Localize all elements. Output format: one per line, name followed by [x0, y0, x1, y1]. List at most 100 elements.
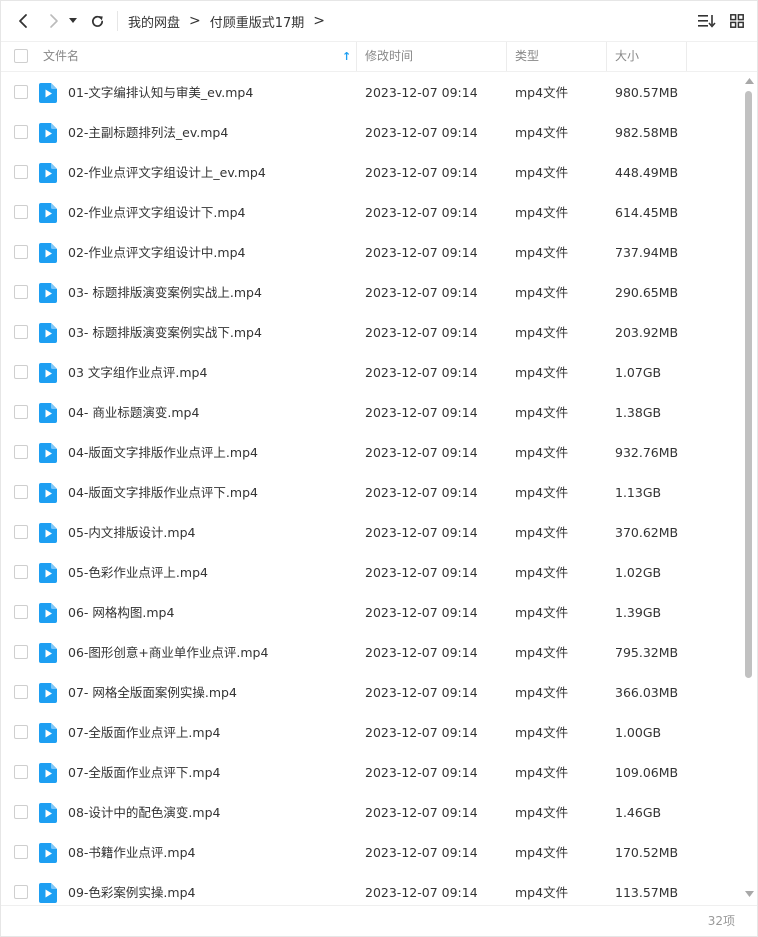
scrollbar-thumb[interactable]: [745, 91, 752, 678]
file-row[interactable]: 03- 标题排版演变案例实战上.mp4 2023-12-07 09:14 mp4文件…: [1, 273, 741, 313]
row-checkbox[interactable]: [14, 645, 28, 659]
file-name[interactable]: 09-色彩案例实操.mp4: [68, 873, 195, 905]
sort-ascending-icon[interactable]: ↑: [342, 42, 351, 71]
file-type: mp4文件: [515, 565, 569, 580]
video-file-icon: [39, 843, 57, 863]
row-checkbox[interactable]: [14, 565, 28, 579]
row-checkbox[interactable]: [14, 805, 28, 819]
video-file-icon: [39, 163, 57, 183]
file-modified-time: 2023-12-07 09:14: [365, 845, 478, 860]
file-type: mp4文件: [515, 885, 569, 900]
file-row[interactable]: 05-内文排版设计.mp4 2023-12-07 09:14 mp4文件 370.62…: [1, 513, 741, 553]
row-checkbox[interactable]: [14, 445, 28, 459]
row-checkbox[interactable]: [14, 605, 28, 619]
row-checkbox[interactable]: [14, 525, 28, 539]
row-checkbox[interactable]: [14, 325, 28, 339]
scroll-down-arrow-icon[interactable]: [743, 888, 755, 900]
file-name[interactable]: 05-色彩作业点评上.mp4: [68, 553, 208, 593]
video-file-icon: [39, 403, 57, 423]
file-name[interactable]: 07-全版面作业点评下.mp4: [68, 753, 220, 793]
back-button[interactable]: [11, 9, 35, 33]
row-checkbox[interactable]: [14, 125, 28, 139]
row-checkbox[interactable]: [14, 885, 28, 899]
file-type: mp4文件: [515, 405, 569, 420]
file-name[interactable]: 04-版面文字排版作业点评下.mp4: [68, 473, 258, 513]
file-name[interactable]: 07-全版面作业点评上.mp4: [68, 713, 220, 753]
file-name[interactable]: 03- 标题排版演变案例实战上.mp4: [68, 273, 262, 313]
select-all-checkbox[interactable]: [14, 49, 28, 63]
row-checkbox[interactable]: [14, 85, 28, 99]
file-modified-time: 2023-12-07 09:14: [365, 605, 478, 620]
row-checkbox[interactable]: [14, 685, 28, 699]
file-name[interactable]: 05-内文排版设计.mp4: [68, 513, 195, 553]
scroll-up-arrow-icon[interactable]: [743, 75, 755, 87]
file-row[interactable]: 01-文字编排认知与审美_ev.mp4 2023-12-07 09:14 mp4文件…: [1, 73, 741, 113]
file-name[interactable]: 02-主副标题排列法_ev.mp4: [68, 113, 228, 153]
file-name[interactable]: 04- 商业标题演变.mp4: [68, 393, 199, 433]
row-checkbox[interactable]: [14, 485, 28, 499]
file-row[interactable]: 06-图形创意+商业单作业点评.mp4 2023-12-07 09:14 mp4文件…: [1, 633, 741, 673]
row-checkbox[interactable]: [14, 405, 28, 419]
row-checkbox[interactable]: [14, 205, 28, 219]
video-file-icon: [39, 323, 57, 343]
file-name[interactable]: 04-版面文字排版作业点评上.mp4: [68, 433, 258, 473]
row-checkbox[interactable]: [14, 765, 28, 779]
file-name[interactable]: 02-作业点评文字组设计中.mp4: [68, 233, 245, 273]
toolbar: 我的网盘 > 付顾重版式17期 >: [1, 1, 757, 41]
file-name[interactable]: 03- 标题排版演变案例实战下.mp4: [68, 313, 262, 353]
file-row[interactable]: 05-色彩作业点评上.mp4 2023-12-07 09:14 mp4文件 1.02G…: [1, 553, 741, 593]
file-row[interactable]: 03- 标题排版演变案例实战下.mp4 2023-12-07 09:14 mp4文件…: [1, 313, 741, 353]
file-row[interactable]: 02-主副标题排列法_ev.mp4 2023-12-07 09:14 mp4文件 98…: [1, 113, 741, 153]
file-row[interactable]: 02-作业点评文字组设计上_ev.mp4 2023-12-07 09:14 mp4文…: [1, 153, 741, 193]
file-row[interactable]: 04-版面文字排版作业点评下.mp4 2023-12-07 09:14 mp4文件 1…: [1, 473, 741, 513]
file-name[interactable]: 08-书籍作业点评.mp4: [68, 833, 195, 873]
row-checkbox[interactable]: [14, 245, 28, 259]
file-name[interactable]: 02-作业点评文字组设计下.mp4: [68, 193, 245, 233]
file-row[interactable]: 06- 网格构图.mp4 2023-12-07 09:14 mp4文件 1.39GB: [1, 593, 741, 633]
vertical-scrollbar[interactable]: [741, 73, 757, 905]
video-file-icon: [39, 803, 57, 823]
file-row[interactable]: 09-色彩案例实操.mp4 2023-12-07 09:14 mp4文件 113.57…: [1, 873, 741, 905]
file-name[interactable]: 08-设计中的配色演变.mp4: [68, 793, 220, 833]
file-name[interactable]: 03 文字组作业点评.mp4: [68, 353, 207, 393]
file-row[interactable]: 07-全版面作业点评上.mp4 2023-12-07 09:14 mp4文件 1.00…: [1, 713, 741, 753]
file-row[interactable]: 08-书籍作业点评.mp4 2023-12-07 09:14 mp4文件 170.52…: [1, 833, 741, 873]
row-checkbox[interactable]: [14, 725, 28, 739]
file-row[interactable]: 02-作业点评文字组设计中.mp4 2023-12-07 09:14 mp4文件 73…: [1, 233, 741, 273]
file-modified-time: 2023-12-07 09:14: [365, 405, 478, 420]
row-checkbox[interactable]: [14, 165, 28, 179]
file-row[interactable]: 07-全版面作业点评下.mp4 2023-12-07 09:14 mp4文件 109.…: [1, 753, 741, 793]
row-checkbox[interactable]: [14, 845, 28, 859]
file-row[interactable]: 04-版面文字排版作业点评上.mp4 2023-12-07 09:14 mp4文件 9…: [1, 433, 741, 473]
file-name[interactable]: 07- 网格全版面案例实操.mp4: [68, 673, 237, 713]
file-row[interactable]: 02-作业点评文字组设计下.mp4 2023-12-07 09:14 mp4文件 61…: [1, 193, 741, 233]
column-header-type[interactable]: 类型: [515, 42, 539, 71]
file-row[interactable]: 08-设计中的配色演变.mp4 2023-12-07 09:14 mp4文件 1.46…: [1, 793, 741, 833]
column-header-time[interactable]: 修改时间: [365, 42, 413, 71]
breadcrumb-item-current[interactable]: 付顾重版式17期: [210, 12, 305, 31]
history-dropdown-button[interactable]: [65, 9, 81, 33]
breadcrumb-separator: >: [189, 13, 201, 29]
column-header-size[interactable]: 大小: [615, 42, 639, 71]
forward-button[interactable]: [42, 9, 66, 33]
row-checkbox[interactable]: [14, 285, 28, 299]
file-row[interactable]: 04- 商业标题演变.mp4 2023-12-07 09:14 mp4文件 1.38G…: [1, 393, 741, 433]
file-size: 203.92MB: [615, 325, 679, 340]
file-name[interactable]: 02-作业点评文字组设计上_ev.mp4: [68, 153, 266, 193]
file-size: 737.94MB: [615, 245, 679, 260]
file-name[interactable]: 01-文字编排认知与审美_ev.mp4: [68, 73, 253, 113]
file-modified-time: 2023-12-07 09:14: [365, 365, 478, 380]
file-name[interactable]: 06-图形创意+商业单作业点评.mp4: [68, 633, 268, 673]
column-header-name[interactable]: 文件名: [43, 42, 79, 71]
video-file-icon: [39, 603, 57, 623]
file-row[interactable]: 03 文字组作业点评.mp4 2023-12-07 09:14 mp4文件 1.07G…: [1, 353, 741, 393]
file-size: 932.76MB: [615, 445, 679, 460]
row-checkbox[interactable]: [14, 365, 28, 379]
refresh-button[interactable]: [85, 9, 109, 33]
file-size: 1.00GB: [615, 725, 662, 740]
file-row[interactable]: 07- 网格全版面案例实操.mp4 2023-12-07 09:14 mp4文件 36…: [1, 673, 741, 713]
breadcrumb-item-root[interactable]: 我的网盘: [128, 12, 180, 31]
sort-button[interactable]: [696, 10, 718, 32]
file-name[interactable]: 06- 网格构图.mp4: [68, 593, 174, 633]
view-mode-button[interactable]: [726, 10, 748, 32]
